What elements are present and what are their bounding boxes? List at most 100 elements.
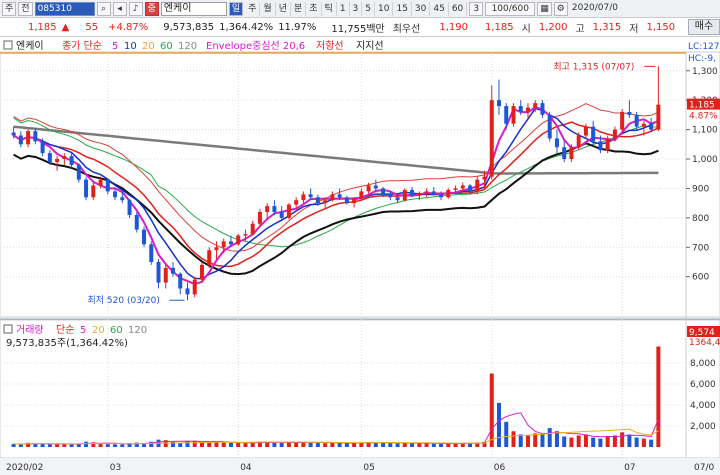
stock-name-field[interactable]: 엔케이 — [160, 1, 227, 16]
view-count-field[interactable]: 100/600 — [485, 1, 536, 16]
candle-body — [199, 264, 204, 280]
candle-body — [286, 204, 291, 218]
candle-body — [315, 197, 320, 204]
count-select[interactable]: 3 — [469, 1, 484, 16]
candle-body — [518, 106, 523, 112]
period-tab[interactable]: 45 — [430, 1, 449, 16]
x-tick-label: 07 — [624, 463, 635, 473]
best-ask-label: 최우선 — [392, 23, 421, 35]
period-tab[interactable]: 월 — [260, 1, 276, 16]
x-tick-label: 04 — [240, 463, 252, 473]
candle-body — [598, 141, 603, 151]
axes: 1,3001,2001,1001,000900800700600LC:127HC… — [6, 42, 720, 473]
volume-legend-period: 20 — [92, 325, 105, 336]
candle-body — [591, 126, 596, 142]
period-tab[interactable]: 60 — [449, 1, 468, 16]
legend-resistance: 저항선 — [316, 40, 344, 52]
date-field[interactable]: 2020/07/0 — [570, 2, 620, 16]
period-tab[interactable]: 15 — [393, 1, 412, 16]
period-tab[interactable]: 년 — [276, 1, 291, 16]
open-price: 1,200 — [538, 21, 568, 33]
candle-body — [69, 156, 74, 165]
volume-bar — [533, 433, 538, 447]
chart-grid-icon[interactable]: ▦ — [537, 1, 552, 16]
volume-bar — [424, 443, 429, 447]
volume-bar — [540, 434, 545, 447]
period-tab[interactable]: 1 — [337, 1, 350, 16]
candle-body — [26, 131, 31, 145]
candle-body — [221, 241, 226, 248]
current-price-tag: 1,185 — [689, 101, 715, 111]
candle-body — [656, 104, 661, 130]
prev-icon[interactable]: ◂ — [112, 1, 127, 16]
candle-body — [547, 114, 552, 139]
daily-tab[interactable]: 일 — [228, 1, 244, 16]
volume-tick-label: 8,000 — [690, 359, 716, 369]
speaker-icon[interactable]: ♪ — [128, 1, 143, 16]
volume-bar — [98, 443, 103, 447]
candle-body — [257, 211, 262, 224]
period-tab[interactable]: 주 — [245, 1, 261, 16]
period-tab[interactable]: 초 — [306, 1, 322, 16]
period-tab[interactable]: 분 — [291, 1, 307, 16]
volume-bar — [583, 434, 588, 447]
current-pct-tag: 4.87% — [689, 112, 718, 122]
candle-body — [84, 179, 89, 198]
candle-body — [439, 194, 444, 198]
candle-body — [373, 185, 378, 189]
settings-icon[interactable]: ⚙ — [553, 1, 568, 16]
price-tick-label: 1,100 — [692, 126, 718, 136]
quote-bar: 1,185 ▲ 55 +4.87% 9,573,835 1,364.42% 11… — [0, 18, 720, 37]
volume-bar — [344, 443, 349, 447]
period-tab[interactable]: 10 — [375, 1, 394, 16]
volume-bar — [489, 373, 494, 447]
period-tab[interactable]: 3 — [350, 1, 363, 16]
volume-bar — [497, 402, 501, 447]
candle-body — [207, 250, 212, 265]
search-icon[interactable]: ⌕ — [96, 1, 111, 16]
x-tick-label: 06 — [494, 463, 506, 473]
x-tick-label: 07/0 — [694, 463, 714, 473]
candle-body — [612, 129, 617, 139]
volume-legend-name: 거래량 — [16, 324, 44, 336]
price-tick-label: 1,000 — [692, 155, 718, 165]
candle-body — [634, 114, 639, 127]
candle-body — [149, 244, 154, 262]
candle-body — [185, 288, 190, 295]
price-tick-label: 600 — [692, 273, 709, 283]
candle-body — [352, 198, 357, 204]
price-chart[interactable]: 1,3001,2001,1001,000900800700600LC:127HC… — [0, 37, 720, 475]
price-change: 55 — [85, 21, 99, 33]
stock-code-input[interactable]: 085310 — [34, 1, 95, 16]
candle-body — [402, 189, 407, 201]
period-tab[interactable]: 30 — [412, 1, 431, 16]
market-select[interactable]: 주 — [2, 1, 17, 16]
volume-bar — [47, 444, 52, 447]
candle-body — [489, 100, 494, 177]
candle-body — [468, 185, 473, 192]
volume-tick-label: 6,000 — [690, 380, 716, 390]
candle-body — [344, 197, 349, 204]
volume-tick-label: 2,000 — [690, 422, 716, 432]
volume-bar — [279, 443, 284, 447]
volume-bar — [649, 439, 654, 447]
volume-bar — [562, 436, 567, 447]
period-tab[interactable]: 틱 — [322, 1, 337, 16]
candle-body — [55, 159, 60, 162]
volume-bar — [228, 442, 233, 447]
x-tick-label: 03 — [110, 463, 121, 473]
envelope-lower-line — [13, 142, 659, 276]
volume-bar — [410, 443, 415, 447]
period-tab[interactable]: 5 — [362, 1, 376, 16]
candle-body — [62, 156, 67, 160]
buy-button[interactable]: 매수 — [688, 19, 720, 35]
candle-body — [460, 185, 465, 189]
all-button[interactable]: 전 — [18, 1, 33, 16]
candle-body — [47, 153, 52, 162]
volume-legend-period: 120 — [128, 325, 147, 336]
volume-bar — [641, 438, 646, 447]
volume-bar — [330, 442, 335, 447]
volume-bar — [605, 436, 610, 447]
volume-bar — [395, 443, 400, 447]
candle-body — [228, 241, 233, 245]
